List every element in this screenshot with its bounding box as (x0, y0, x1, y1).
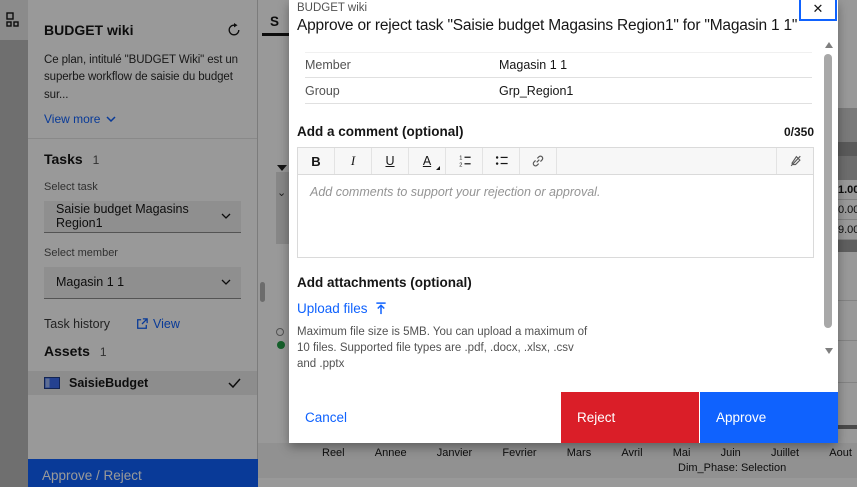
comment-editor: B I U A 1 2 (297, 147, 814, 258)
scroll-up-icon[interactable] (825, 42, 833, 48)
attachments-heading: Add attachments (optional) (297, 275, 814, 290)
svg-text:2: 2 (459, 162, 462, 168)
group-label: Group (305, 84, 499, 98)
member-value: Magasin 1 1 (499, 58, 567, 72)
comment-heading: Add a comment (optional) (297, 124, 464, 139)
link-icon (530, 154, 546, 168)
unordered-list-icon (494, 154, 509, 168)
character-counter: 0/350 (784, 125, 814, 139)
table-row: Group Grp_Region1 (305, 78, 812, 104)
rich-text-toolbar: B I U A 1 2 (298, 148, 813, 175)
close-button[interactable]: ✕ (799, 0, 837, 21)
modal-context-label: BUDGET wiki (297, 2, 838, 14)
bold-button[interactable]: B (298, 148, 335, 174)
ordered-list-icon: 1 2 (457, 154, 472, 168)
clear-format-icon (788, 154, 803, 168)
upload-help-text: Maximum file size is 5MB. You can upload… (297, 325, 589, 373)
scroll-down-icon[interactable] (825, 348, 833, 354)
link-button[interactable] (520, 148, 557, 174)
clear-format-button[interactable] (776, 148, 813, 174)
member-label: Member (305, 58, 499, 72)
screen: BUDGET wiki Ce plan, intitulé "BUDGET Wi… (0, 0, 857, 487)
modal-title: Approve or reject task "Saisie budget Ma… (297, 17, 838, 35)
text-color-button[interactable]: A (409, 148, 446, 174)
comment-input[interactable]: Add comments to support your rejection o… (298, 175, 813, 257)
modal-footer: Cancel Reject Approve (289, 392, 838, 443)
upload-icon (375, 302, 387, 315)
upload-files-button[interactable]: Upload files (297, 301, 387, 316)
approve-button[interactable]: Approve (700, 392, 838, 443)
unordered-list-button[interactable] (483, 148, 520, 174)
svg-text:1: 1 (459, 156, 462, 162)
italic-button[interactable]: I (335, 148, 372, 174)
close-icon: ✕ (813, 1, 824, 17)
task-details-table: Member Magasin 1 1 Group Grp_Region1 (305, 52, 812, 104)
modal-scrollbar[interactable] (824, 40, 833, 365)
approve-reject-modal: BUDGET wiki Approve or reject task "Sais… (289, 0, 838, 443)
ordered-list-button[interactable]: 1 2 (446, 148, 483, 174)
reject-button[interactable]: Reject (561, 392, 699, 443)
upload-files-label: Upload files (297, 301, 368, 316)
table-row: Member Magasin 1 1 (305, 52, 812, 78)
group-value: Grp_Region1 (499, 84, 573, 98)
scrollbar-thumb[interactable] (824, 54, 832, 328)
underline-button[interactable]: U (372, 148, 409, 174)
cancel-link[interactable]: Cancel (305, 410, 347, 425)
